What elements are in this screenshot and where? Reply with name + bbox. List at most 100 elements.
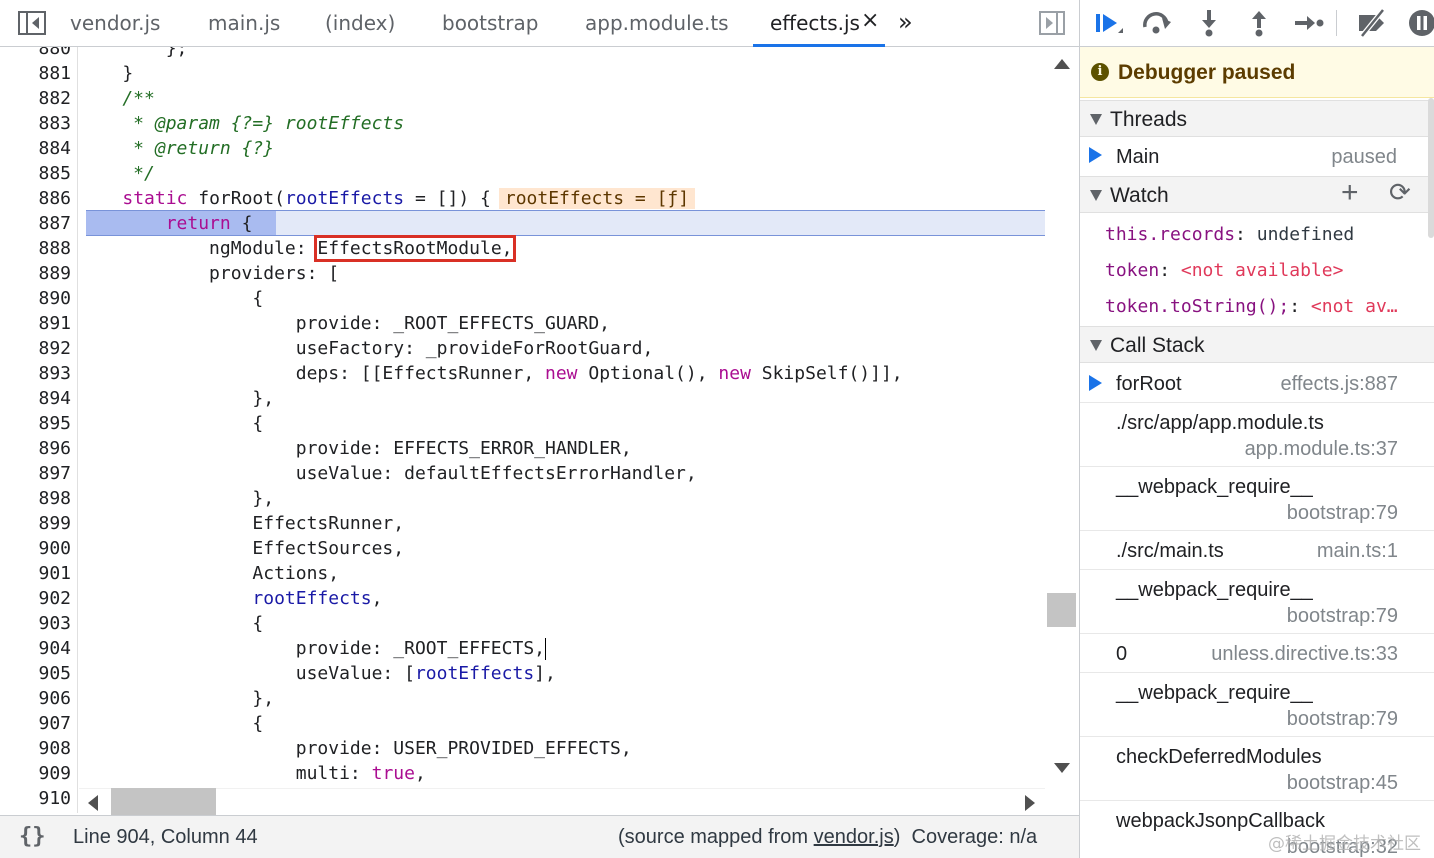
tab-main-js[interactable]: main.js: [208, 0, 280, 47]
code-line[interactable]: * @param {?=} rootEffects: [79, 111, 404, 136]
code-line[interactable]: EffectSources,: [79, 536, 404, 561]
code-line[interactable]: EffectsRunner,: [79, 511, 404, 536]
watch-item[interactable]: token: <not available>: [1080, 252, 1434, 288]
callstack-frame[interactable]: __webpack_require__ bootstrap:79: [1080, 673, 1434, 737]
code-line[interactable]: {: [79, 286, 263, 311]
line-number[interactable]: 893: [38, 361, 71, 386]
line-number[interactable]: 896: [38, 436, 71, 461]
code-line[interactable]: };: [79, 47, 188, 61]
line-number[interactable]: 898: [38, 486, 71, 511]
line-number[interactable]: 889: [38, 261, 71, 286]
code-line[interactable]: return {: [79, 211, 253, 236]
line-number[interactable]: 910: [38, 786, 71, 811]
callstack-frame[interactable]: __webpack_require__ bootstrap:79: [1080, 467, 1434, 531]
scroll-left-icon[interactable]: [88, 795, 98, 811]
tab-vendor-js[interactable]: vendor.js: [70, 0, 160, 47]
step-into-icon[interactable]: [1193, 9, 1225, 37]
code-line[interactable]: /**: [79, 86, 155, 111]
line-number[interactable]: 899: [38, 511, 71, 536]
close-icon[interactable]: ×: [861, 0, 879, 42]
line-number[interactable]: 884: [38, 136, 71, 161]
vertical-scrollbar[interactable]: [1046, 47, 1079, 790]
resume-icon[interactable]: [1092, 9, 1124, 37]
tab-index[interactable]: (index): [325, 0, 395, 47]
code-line[interactable]: {: [79, 611, 263, 636]
add-icon[interactable]: +: [1341, 176, 1359, 210]
code-line[interactable]: {: [79, 711, 263, 736]
line-number[interactable]: 890: [38, 286, 71, 311]
scroll-right-icon[interactable]: [1025, 795, 1035, 811]
watch-item[interactable]: token.toString();: <not av…: [1080, 288, 1434, 324]
line-number-gutter[interactable]: 880 881 882 883 884 885 886 887 888 889 890 891 892 8…: [0, 47, 78, 813]
pause-on-exceptions-icon[interactable]: [1406, 9, 1434, 37]
code-line[interactable]: },: [79, 386, 274, 411]
code-line[interactable]: provide: EFFECTS_ERROR_HANDLER,: [79, 436, 632, 461]
line-number[interactable]: 901: [38, 561, 71, 586]
line-number[interactable]: 880: [38, 47, 71, 61]
line-number[interactable]: 905: [38, 661, 71, 686]
line-number[interactable]: 887: [38, 211, 71, 236]
line-number[interactable]: 888: [38, 236, 71, 261]
line-number[interactable]: 909: [38, 761, 71, 786]
line-number[interactable]: 886: [38, 186, 71, 211]
horizontal-scroll-thumb[interactable]: [111, 788, 216, 815]
code-line[interactable]: {: [79, 411, 263, 436]
code-line[interactable]: useValue: defaultEffectsErrorHandler,: [79, 461, 697, 486]
code-line[interactable]: },: [79, 486, 274, 511]
vertical-scroll-thumb[interactable]: [1047, 593, 1076, 627]
code-line[interactable]: provide: USER_PROVIDED_EFFECTS,: [79, 736, 632, 761]
callstack-frame[interactable]: checkDeferredModules bootstrap:45: [1080, 737, 1434, 801]
code-line[interactable]: useFactory: _provideForRootGuard,: [79, 336, 654, 361]
step-icon[interactable]: [1292, 9, 1324, 37]
code-line[interactable]: }: [79, 61, 133, 86]
line-number[interactable]: 907: [38, 711, 71, 736]
code-line[interactable]: },: [79, 686, 274, 711]
code-line[interactable]: providers: [: [79, 261, 339, 286]
thread-item-main[interactable]: Main paused: [1080, 138, 1434, 176]
callstack-frame[interactable]: __webpack_require__ bootstrap:79: [1080, 570, 1434, 634]
line-number[interactable]: 881: [38, 61, 71, 86]
code-line[interactable]: deps: [[EffectsRunner, new Optional(), n…: [79, 361, 903, 386]
line-number[interactable]: 892: [38, 336, 71, 361]
line-number[interactable]: 895: [38, 411, 71, 436]
callstack-frame-current[interactable]: forRoot effects.js:887: [1080, 364, 1434, 403]
sidebar-scrollbar[interactable]: [1428, 98, 1434, 238]
navigator-toggle-icon[interactable]: [18, 11, 46, 35]
line-number[interactable]: 906: [38, 686, 71, 711]
callstack-frame[interactable]: ./src/app/app.module.ts app.module.ts:37: [1080, 403, 1434, 467]
scroll-down-icon[interactable]: [1054, 763, 1070, 773]
code-line[interactable]: multi: true,: [79, 761, 426, 786]
line-number[interactable]: 903: [38, 611, 71, 636]
line-number[interactable]: 908: [38, 736, 71, 761]
line-number[interactable]: 882: [38, 86, 71, 111]
source-map-link[interactable]: vendor.js: [814, 826, 894, 848]
deactivate-breakpoints-icon[interactable]: [1356, 9, 1388, 37]
step-over-icon[interactable]: [1141, 9, 1173, 37]
code-line[interactable]: provide: _ROOT_EFFECTS,: [79, 636, 546, 661]
threads-section-header[interactable]: Threads: [1080, 100, 1434, 137]
debugger-toggle-icon[interactable]: [1039, 11, 1065, 35]
code-editor[interactable]: }; } /** * @param {?=} rootEffects * @re…: [79, 47, 1045, 790]
scroll-up-icon[interactable]: [1054, 59, 1070, 69]
code-line[interactable]: */: [79, 161, 155, 186]
horizontal-scrollbar[interactable]: [79, 788, 1045, 815]
code-line[interactable]: Actions,: [79, 561, 339, 586]
code-line[interactable]: rootEffects,: [79, 586, 382, 611]
code-line[interactable]: useValue: [rootEffects],: [79, 661, 556, 686]
chevron-double-right-icon[interactable]: »: [898, 0, 913, 44]
callstack-section-header[interactable]: Call Stack: [1080, 326, 1434, 363]
line-number[interactable]: 894: [38, 386, 71, 411]
callstack-frame[interactable]: 0 unless.directive.ts:33: [1080, 634, 1434, 673]
refresh-icon[interactable]: ⟳: [1389, 178, 1411, 208]
line-number[interactable]: 891: [38, 311, 71, 336]
watch-section-header[interactable]: Watch + ⟳: [1080, 176, 1434, 213]
callstack-frame[interactable]: ./src/main.ts main.ts:1: [1080, 531, 1434, 570]
pretty-print-button[interactable]: {}: [19, 824, 46, 849]
line-number[interactable]: 900: [38, 536, 71, 561]
code-line[interactable]: * @return {?}: [79, 136, 274, 161]
code-line[interactable]: ngModule: EffectsRootModule,: [79, 235, 516, 262]
line-number[interactable]: 897: [38, 461, 71, 486]
line-number[interactable]: 885: [38, 161, 71, 186]
tab-app-module-ts[interactable]: app.module.ts: [585, 0, 729, 47]
line-number[interactable]: 904: [38, 636, 71, 661]
